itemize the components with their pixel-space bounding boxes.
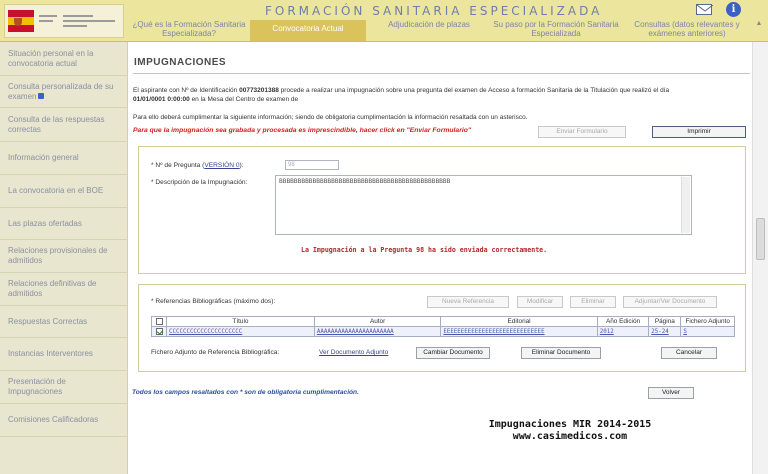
print-button[interactable]: Imprimir bbox=[652, 126, 746, 138]
references-label: * Referencias Bibliográficas (máximo dos… bbox=[151, 298, 276, 305]
lock-icon bbox=[38, 93, 45, 100]
app-title: FORMACIÓN SANITARIA ESPECIALIZADA bbox=[265, 4, 603, 18]
header-editorial: Editorial bbox=[440, 316, 598, 327]
sidebar-item-respuestas-correctas-consulta[interactable]: Consulta de las respuestas correctas bbox=[0, 108, 128, 142]
tab-adjudicacion-plazas[interactable]: Adjudicación de plazas bbox=[366, 20, 492, 41]
top-banner: FORMACIÓN SANITARIA ESPECIALIZADA i ¿Qué… bbox=[0, 0, 768, 42]
main-content: IMPUGNACIONES El aspirante con Nº de Ide… bbox=[128, 42, 752, 474]
header-pagina: Página bbox=[648, 316, 682, 327]
sidebar-item-plazas-ofertadas[interactable]: Las plazas ofertadas bbox=[0, 208, 128, 240]
sidebar-item-relaciones-provisionales[interactable]: Relaciones provisionales de admitidos bbox=[0, 240, 128, 273]
row-checkbox[interactable] bbox=[155, 327, 163, 335]
page-scrollbar[interactable] bbox=[752, 42, 768, 474]
sidebar-item-consulta-examen[interactable]: Consulta personalizada de su examen bbox=[0, 76, 128, 108]
sidebar-item-relaciones-definitivas[interactable]: Relaciones definitivas de admitidos bbox=[0, 273, 128, 306]
sidebar-item-convocatoria-boe[interactable]: La convocatoria en el BOE bbox=[0, 175, 128, 208]
attachment-label: Fichero Adjunto de Referencia Bibliográf… bbox=[151, 349, 280, 356]
header-select bbox=[151, 316, 167, 327]
cell-autor[interactable]: AAAAAAAAAAAAAAAAAAAAAA bbox=[313, 326, 442, 337]
info-icon[interactable]: i bbox=[726, 2, 741, 17]
app-window: FORMACIÓN SANITARIA ESPECIALIZADA i ¿Qué… bbox=[0, 0, 768, 474]
view-document-link[interactable]: Ver Documento Adjunto bbox=[319, 349, 388, 356]
header-anio-edicion: Año Edición bbox=[596, 316, 650, 327]
scrollbar-thumb[interactable] bbox=[756, 218, 765, 260]
header-fichero-adjunto: Fichero Adjunto bbox=[680, 316, 735, 327]
delete-document-button[interactable]: Eliminar Documento bbox=[521, 347, 601, 359]
back-button[interactable]: Volver bbox=[648, 387, 694, 399]
header-titulo: Título bbox=[166, 316, 315, 327]
page-title: IMPUGNACIONES bbox=[134, 57, 227, 68]
cancel-button[interactable]: Cancelar bbox=[661, 347, 717, 359]
send-form-button[interactable]: Enviar Formulario bbox=[538, 126, 626, 138]
sidebar-item-situacion-personal[interactable]: Situación personal en la convocatoria ac… bbox=[0, 42, 128, 76]
ministry-logo bbox=[4, 4, 124, 38]
delete-reference-button[interactable]: Eliminar bbox=[570, 296, 616, 308]
table-header-row: Título Autor Editorial Año Edición Págin… bbox=[151, 316, 735, 327]
sidebar-item-informacion-general[interactable]: Información general bbox=[0, 142, 128, 175]
attach-view-document-button[interactable]: Adjuntar/Ver Documento bbox=[623, 296, 717, 308]
tab-consultas[interactable]: Consultas (datos relevantes y exámenes a… bbox=[620, 20, 754, 41]
tab-convocatoria-actual[interactable]: Convocatoria Actual bbox=[250, 20, 366, 41]
sidebar-item-respuestas-correctas[interactable]: Respuestas Correctas bbox=[0, 306, 128, 338]
table-row[interactable]: CCCCCCCCCCCCCCCCCCCCC AAAAAAAAAAAAAAAAAA… bbox=[151, 326, 735, 337]
cell-editorial[interactable]: EEEEEEEEEEEEEEEEEEEEEEEEEEEEE bbox=[440, 326, 598, 337]
sidebar: Situación personal en la convocatoria ac… bbox=[0, 42, 128, 474]
references-table: Título Autor Editorial Año Edición Págin… bbox=[151, 316, 735, 337]
sidebar-item-instancias-interventores[interactable]: Instancias Interventores bbox=[0, 338, 128, 371]
mail-icon[interactable] bbox=[696, 4, 713, 15]
exam-date: 01/01/0001 0:00:00 bbox=[133, 96, 190, 103]
version-link[interactable]: VERSIÓN 0 bbox=[204, 162, 239, 169]
title-divider bbox=[133, 73, 750, 74]
send-notice: Para que la impugnación sea grabada y pr… bbox=[133, 127, 472, 134]
intro-line-2: 01/01/0001 0:00:00 en la Mesa del Centro… bbox=[133, 96, 299, 103]
modify-reference-button[interactable]: Modificar bbox=[517, 296, 563, 308]
row-select-cell bbox=[151, 326, 167, 337]
header-autor: Autor bbox=[313, 316, 442, 327]
change-document-button[interactable]: Cambiar Documento bbox=[416, 347, 490, 359]
cell-fichero[interactable]: S bbox=[680, 326, 735, 337]
watermark: Impugnaciones MIR 2014-2015 www.casimedi… bbox=[488, 419, 652, 442]
select-all-checkbox[interactable] bbox=[155, 317, 163, 325]
sidebar-item-presentacion-impugnaciones[interactable]: Presentación de Impugnaciones bbox=[0, 371, 128, 404]
sidebar-item-comisiones-calificadoras[interactable]: Comisiones Calificadoras bbox=[0, 404, 128, 437]
cell-pagina[interactable]: 25-24 bbox=[648, 326, 682, 337]
scroll-up-arrow-icon[interactable]: ▲ bbox=[754, 20, 764, 29]
success-message: La Impugnación a la Pregunta 98 ha sido … bbox=[301, 246, 548, 254]
description-textarea[interactable]: BBBBBBBBBBBBBBBBBBBBBBBBBBBBBBBBBBBBBBBB… bbox=[275, 175, 692, 235]
question-number-label: * Nº de Pregunta (VERSIÓN 0): bbox=[151, 162, 244, 169]
question-number-input[interactable]: 98 bbox=[285, 160, 339, 170]
id-number: 00773201388 bbox=[239, 87, 279, 94]
new-reference-button[interactable]: Nueva Referencia bbox=[427, 296, 509, 308]
tab-su-paso-fse[interactable]: Su paso por la Formación Sanitaria Espec… bbox=[492, 20, 620, 41]
cell-anio[interactable]: 2012 bbox=[596, 326, 650, 337]
cell-titulo[interactable]: CCCCCCCCCCCCCCCCCCCCC bbox=[166, 326, 315, 337]
impugnation-form-panel: * Nº de Pregunta (VERSIÓN 0): 98 * Descr… bbox=[138, 146, 746, 274]
instruction-text: Para ello deberá cumplimentar la siguien… bbox=[133, 114, 528, 121]
tab-que-es-fse[interactable]: ¿Qué es la Formación Sanitaria Especiali… bbox=[128, 20, 250, 41]
spain-flag-icon bbox=[8, 10, 34, 32]
intro-line-1: El aspirante con Nº de Identificación 00… bbox=[133, 87, 670, 94]
textarea-scrollbar[interactable] bbox=[681, 177, 690, 233]
references-panel: * Referencias Bibliográficas (máximo dos… bbox=[138, 284, 746, 372]
required-fields-note: Todos los campos resaltados con * son de… bbox=[132, 389, 359, 396]
description-label: * Descripción de la Impugnación: bbox=[151, 179, 248, 186]
